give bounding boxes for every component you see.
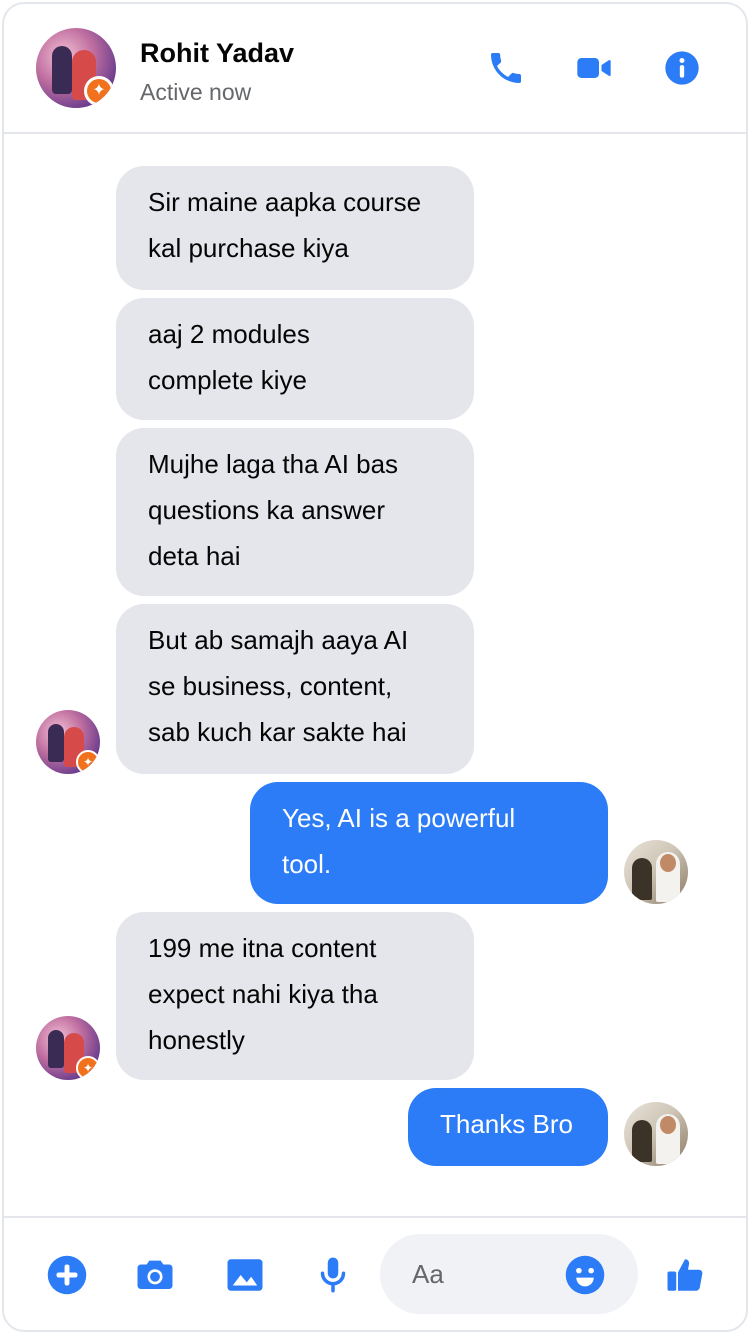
- thumbs-up-icon[interactable]: [664, 1254, 706, 1296]
- message-input-box[interactable]: [380, 1234, 638, 1314]
- my-avatar: [624, 840, 688, 904]
- message-input[interactable]: [412, 1254, 542, 1294]
- message-bubble-outgoing[interactable]: Thanks Bro: [408, 1088, 608, 1166]
- message-bubble-incoming[interactable]: Mujhe laga tha AI bas questions ka answe…: [116, 428, 474, 596]
- camera-icon[interactable]: [134, 1254, 176, 1296]
- message-bubble-incoming[interactable]: But ab samajh aaya AI se business, conte…: [116, 604, 474, 774]
- plus-icon[interactable]: [46, 1254, 88, 1296]
- contact-status: Active now: [140, 79, 252, 105]
- message-bubble-outgoing[interactable]: Yes, AI is a powerful tool.: [250, 782, 608, 904]
- badge-icon: ✦: [76, 750, 100, 774]
- chat-window: ✦ Rohit Yadav Active now Sir maine aapka…: [2, 2, 748, 1332]
- mic-icon[interactable]: [312, 1254, 354, 1296]
- composer-bar: [4, 1216, 746, 1330]
- badge-icon: ✦: [84, 76, 114, 106]
- message-bubble-incoming[interactable]: 199 me itna content expect nahi kiya tha…: [116, 912, 474, 1080]
- message-bubble-incoming[interactable]: Sir maine aapka course kal purchase kiya: [116, 166, 474, 290]
- contact-avatar-small[interactable]: ✦: [36, 710, 100, 774]
- chat-header: ✦ Rohit Yadav Active now: [4, 4, 746, 134]
- message-bubble-incoming[interactable]: aaj 2 modules complete kiye: [116, 298, 474, 420]
- emoji-icon[interactable]: [564, 1254, 606, 1296]
- my-avatar: [624, 1102, 688, 1166]
- contact-name[interactable]: Rohit Yadav: [140, 38, 294, 69]
- info-icon[interactable]: [662, 48, 702, 88]
- video-icon[interactable]: [574, 48, 614, 88]
- contact-avatar-small[interactable]: ✦: [36, 1016, 100, 1080]
- image-icon[interactable]: [224, 1254, 266, 1296]
- badge-icon: ✦: [76, 1056, 100, 1080]
- contact-avatar[interactable]: ✦: [36, 28, 116, 108]
- phone-icon[interactable]: [486, 48, 526, 88]
